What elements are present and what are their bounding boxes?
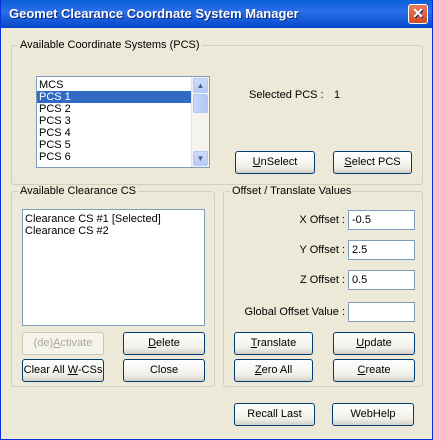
clearance-list-item[interactable]: Clearance CS #1 [Selected] xyxy=(23,213,204,225)
pcs-listbox[interactable]: MCS PCS 1 PCS 2 PCS 3 PCS 4 PCS 5 PCS 6 … xyxy=(36,76,210,168)
scroll-up-icon[interactable]: ▲ xyxy=(193,78,208,93)
pcs-list-item[interactable]: PCS 4 xyxy=(37,127,209,139)
y-offset-label: Y Offset : xyxy=(299,244,345,256)
selected-pcs-value: 1 xyxy=(334,89,341,101)
clearance-group-title: Available Clearance CS xyxy=(18,185,138,198)
pcs-list-item[interactable]: PCS 2 xyxy=(37,103,209,115)
recall-last-button[interactable]: Recall Last xyxy=(234,403,315,426)
clearance-cs-listbox[interactable]: Clearance CS #1 [Selected] Clearance CS … xyxy=(22,209,205,326)
close-window-button[interactable]: ✕ xyxy=(408,4,428,24)
create-button[interactable]: Create xyxy=(333,359,415,382)
selected-pcs-label: Selected PCS : xyxy=(249,89,324,101)
pcs-scrollbar[interactable]: ▲ ▼ xyxy=(191,77,209,167)
select-pcs-button[interactable]: Select PCS xyxy=(333,151,412,174)
webhelp-button[interactable]: WebHelp xyxy=(332,403,414,426)
offset-group: Offset / Translate Values X Offset : -0.… xyxy=(223,185,423,387)
z-offset-label: Z Offset : xyxy=(299,274,345,286)
pcs-list-item[interactable]: MCS xyxy=(37,79,209,91)
global-offset-input[interactable] xyxy=(348,302,415,322)
global-offset-label: Global Offset Value : xyxy=(244,306,345,318)
scroll-thumb[interactable] xyxy=(193,94,208,113)
translate-button[interactable]: Translate xyxy=(234,332,313,355)
zero-all-button[interactable]: Zero All xyxy=(234,359,313,382)
offset-group-title: Offset / Translate Values xyxy=(230,185,354,198)
pcs-list-item[interactable]: PCS 6 xyxy=(37,151,209,163)
clear-all-button[interactable]: Clear All W-CSs xyxy=(22,359,104,382)
x-offset-input[interactable]: -0.5 xyxy=(348,210,415,230)
update-button[interactable]: Update xyxy=(333,332,415,355)
clearance-cs-group: Available Clearance CS Clearance CS #1 [… xyxy=(11,185,215,387)
z-offset-input[interactable]: 0.5 xyxy=(348,270,415,290)
scroll-down-icon[interactable]: ▼ xyxy=(193,151,208,166)
pcs-list-item-selected[interactable]: PCS 1 xyxy=(37,91,209,103)
y-offset-input[interactable]: 2.5 xyxy=(348,240,415,260)
close-button[interactable]: Close xyxy=(123,359,205,382)
deactivate-button[interactable]: (de)Activate xyxy=(22,332,104,355)
pcs-list-item[interactable]: PCS 5 xyxy=(37,139,209,151)
pcs-list-item[interactable]: PCS 3 xyxy=(37,115,209,127)
close-icon: ✕ xyxy=(412,5,424,21)
title-bar[interactable]: Geomet Clearance Coordnate System Manage… xyxy=(1,0,432,28)
dialog-window: Geomet Clearance Coordnate System Manage… xyxy=(0,0,433,440)
window-title: Geomet Clearance Coordnate System Manage… xyxy=(9,6,299,21)
pcs-group: Available Coordinate Systems (PCS) MCS P… xyxy=(11,39,423,185)
clearance-list-item[interactable]: Clearance CS #2 xyxy=(23,225,204,237)
pcs-group-title: Available Coordinate Systems (PCS) xyxy=(18,39,202,52)
unselect-button[interactable]: UnSelect xyxy=(235,151,315,174)
delete-button[interactable]: Delete xyxy=(123,332,205,355)
x-offset-label: X Offset : xyxy=(299,214,345,226)
